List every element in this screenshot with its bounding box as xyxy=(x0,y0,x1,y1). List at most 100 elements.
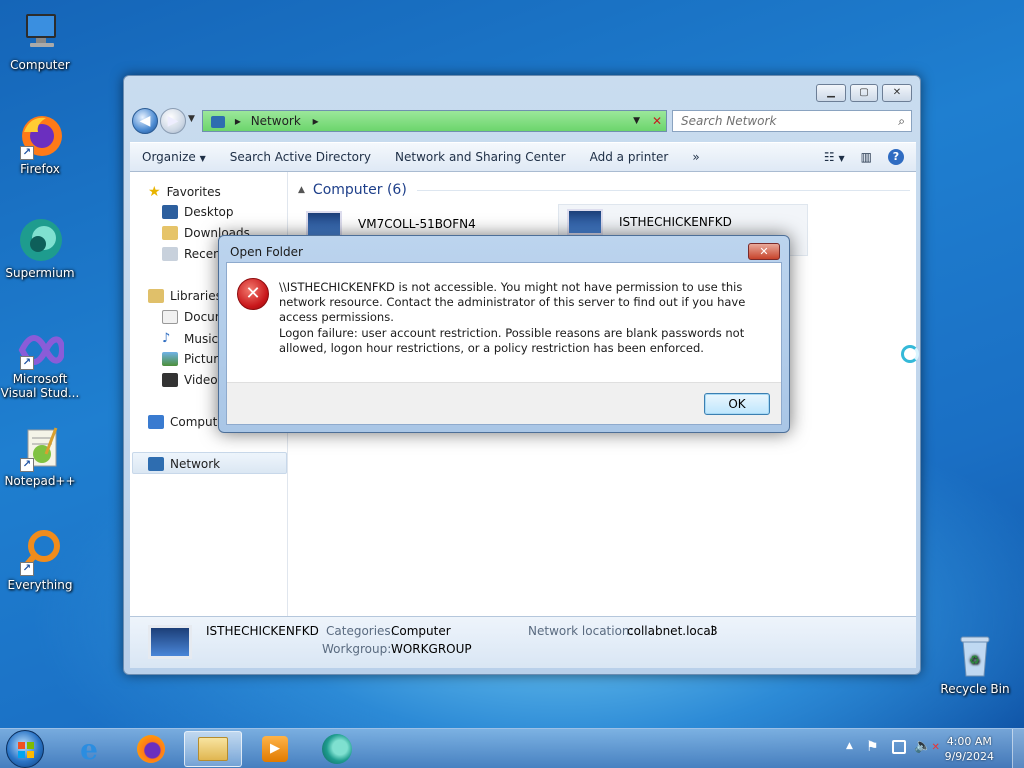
taskbar: e ▶ ▲ ⚑ 🔈✕ 4:00 AM 9/9/2024 xyxy=(0,728,1024,768)
firefox-icon xyxy=(137,735,165,763)
visual-studio-icon: ↗ xyxy=(16,330,66,370)
volume-muted-icon[interactable]: 🔈✕ xyxy=(914,738,940,754)
computer-icon xyxy=(567,209,603,235)
notepadpp-icon: ↗ xyxy=(16,424,64,472)
error-icon: ✕ xyxy=(237,278,269,310)
nav-pictures[interactable]: Picture xyxy=(162,352,225,366)
supermium-icon xyxy=(322,734,352,764)
clock-date: 9/9/2024 xyxy=(944,750,994,763)
back-button[interactable]: ◀ xyxy=(132,108,158,134)
network-tray-icon[interactable] xyxy=(892,740,906,754)
search-placeholder: Search Network xyxy=(681,114,777,128)
busy-cursor-icon xyxy=(901,345,919,363)
action-center-flag-icon[interactable]: ⚑ xyxy=(866,739,879,755)
recent-pages-dropdown-icon[interactable]: ▼ xyxy=(188,114,195,124)
more-commands-button[interactable]: » xyxy=(680,150,711,164)
shortcut-arrow-icon: ↗ xyxy=(20,146,34,160)
ok-button[interactable]: OK xyxy=(704,393,770,415)
taskbar-supermium[interactable] xyxy=(308,731,366,767)
refresh-stop-icon[interactable]: ✕ xyxy=(652,111,662,131)
recycle-bin-icon: ♻ xyxy=(951,632,999,680)
computer-icon xyxy=(148,415,164,429)
desktop-icon-supermium[interactable]: Supermium xyxy=(0,216,80,280)
desktop-icon-computer[interactable]: Computer xyxy=(0,8,80,72)
internet-explorer-icon: e xyxy=(80,732,98,766)
computer-name: ISTHECHICKENFKD xyxy=(619,215,732,229)
dialog-title: Open Folder xyxy=(230,245,303,259)
shortcut-arrow-icon: ↗ xyxy=(20,356,34,370)
categories-value: Computer xyxy=(391,624,451,638)
nav-network[interactable]: Network xyxy=(148,457,220,471)
desktop-icon-firefox[interactable]: ↗ Firefox xyxy=(0,112,80,176)
network-sharing-center-button[interactable]: Network and Sharing Center xyxy=(383,150,578,164)
windows-logo-icon xyxy=(18,742,34,758)
taskbar-media-player[interactable]: ▶ xyxy=(246,731,304,767)
search-icon[interactable]: ⌕ xyxy=(898,111,905,131)
nav-recent[interactable]: Recent xyxy=(162,247,225,261)
computer-icon xyxy=(306,211,342,237)
desktop-folder-icon xyxy=(162,205,178,219)
network-location-label: Network location: xyxy=(528,624,634,638)
nav-documents[interactable]: Docum xyxy=(162,310,226,324)
search-active-directory-button[interactable]: Search Active Directory xyxy=(218,150,383,164)
show-hidden-icons-icon[interactable]: ▲ xyxy=(846,741,853,751)
forward-button[interactable]: ▶ xyxy=(160,108,186,134)
show-desktop-button[interactable] xyxy=(1012,729,1024,768)
desktop-icon-notepadpp[interactable]: ↗ Notepad++ xyxy=(0,424,80,488)
desktop-icon-label: Notepad++ xyxy=(4,474,76,488)
taskbar-ie[interactable]: e xyxy=(60,731,118,767)
address-dropdown-icon[interactable]: ▼ xyxy=(633,111,640,131)
desktop-icon-label: Everything xyxy=(7,578,73,592)
details-pane: ISTHECHICKENFKD Categories: Computer Wor… xyxy=(130,616,916,668)
address-path[interactable]: Network xyxy=(251,114,301,128)
nav-label: Desktop xyxy=(184,205,234,219)
dialog-message-secondary: Logon failure: user account restriction.… xyxy=(279,326,745,355)
network-location-value: collabnet.local xyxy=(627,624,715,638)
add-printer-button[interactable]: Add a printer xyxy=(578,150,681,164)
view-options-icon[interactable]: ☷ ▼ xyxy=(818,150,851,164)
svg-text:♻: ♻ xyxy=(969,653,980,667)
pictures-icon xyxy=(162,352,178,366)
search-input[interactable]: Search Network ⌕ xyxy=(672,110,912,132)
minimize-button[interactable]: ▁ xyxy=(816,84,846,102)
nav-label: Favorites xyxy=(166,185,221,199)
nav-libraries[interactable]: Libraries xyxy=(148,289,222,303)
collapse-triangle-icon[interactable]: ▲ xyxy=(298,185,305,195)
maximize-button[interactable]: ▢ xyxy=(850,84,878,102)
dialog-body: ✕ \\ISTHECHICKENFKD is not accessible. Y… xyxy=(226,262,782,425)
network-location-icon xyxy=(211,115,225,128)
taskbar-explorer-active[interactable] xyxy=(184,731,242,767)
system-clock[interactable]: 4:00 AM 9/9/2024 xyxy=(945,734,994,764)
nav-favorites[interactable]: ★ Favorites xyxy=(148,184,221,200)
documents-icon xyxy=(162,310,178,324)
nav-label: Music xyxy=(184,331,219,346)
desktop-icon-label: Microsoft Visual Stud... xyxy=(0,372,80,400)
desktop-icon-recycle-bin[interactable]: ♻ Recycle Bin xyxy=(935,632,1015,696)
nav-videos[interactable]: Videos xyxy=(162,373,224,387)
address-bar[interactable]: ▸ Network ▸ ▼ ✕ xyxy=(202,110,667,132)
nav-desktop[interactable]: Desktop xyxy=(162,205,234,219)
desktop-icon-label: Computer xyxy=(10,58,70,72)
clock-time: 4:00 AM xyxy=(946,735,992,748)
details-extra: 3 xyxy=(710,624,718,638)
open-folder-dialog: Open Folder ✕ ✕ \\ISTHECHICKENFKD is not… xyxy=(218,235,790,433)
nav-music[interactable]: ♪ Music xyxy=(162,331,218,346)
help-icon[interactable]: ? xyxy=(882,149,916,165)
organize-label: Organize xyxy=(142,150,196,164)
nav-label: Network xyxy=(170,457,221,471)
nav-label: Compute xyxy=(170,415,225,429)
desktop-icon-label: Supermium xyxy=(5,266,75,280)
close-window-button[interactable]: ✕ xyxy=(882,84,912,102)
organize-button[interactable]: Organize ▼ xyxy=(130,150,218,164)
dialog-close-button[interactable]: ✕ xyxy=(748,243,780,260)
navigation-bar: ◀ ▶ ▼ ▸ Network ▸ ▼ ✕ Search Network ⌕ xyxy=(130,106,916,140)
taskbar-firefox[interactable] xyxy=(122,731,180,767)
group-header[interactable]: ▲ Computer (6) xyxy=(298,182,910,198)
start-button[interactable] xyxy=(6,730,44,768)
preview-pane-icon[interactable]: ▥ xyxy=(851,150,882,164)
command-bar: Organize ▼ Search Active Directory Netwo… xyxy=(130,142,916,172)
desktop-icon-everything[interactable]: ↗ Everything xyxy=(0,528,80,592)
nav-computer[interactable]: Compute xyxy=(148,415,225,429)
desktop-icon-visual-studio[interactable]: ↗ Microsoft Visual Stud... xyxy=(0,330,80,400)
address-chevron-icon[interactable]: ▸ xyxy=(313,114,319,128)
